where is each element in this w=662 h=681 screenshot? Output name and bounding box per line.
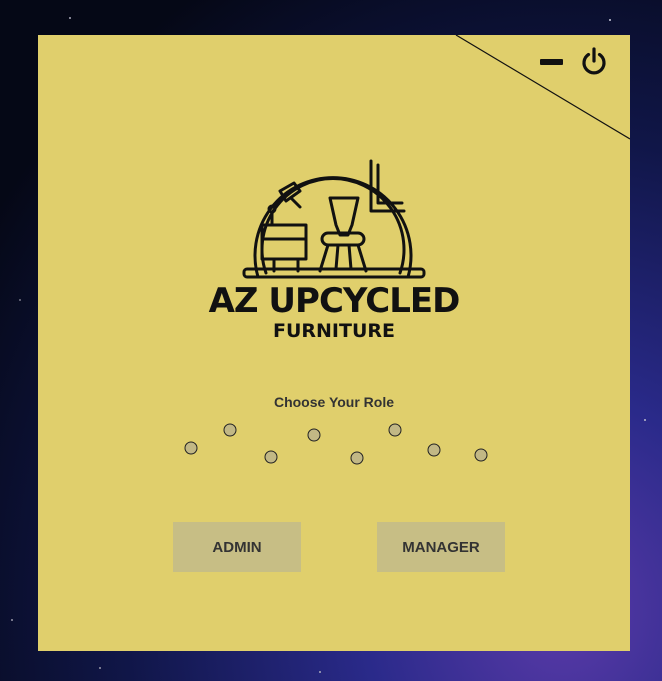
brand-subtitle: FURNITURE — [272, 320, 395, 342]
power-button[interactable] — [579, 46, 609, 76]
minimize-button[interactable] — [540, 57, 564, 67]
admin-button[interactable]: ADMIN — [173, 522, 301, 572]
corner-diagonal-line — [455, 35, 630, 140]
power-icon — [582, 47, 606, 75]
brand-name: AZ UPCYCLED — [208, 281, 461, 321]
login-panel: AZ UPCYCLED FURNITURE Choose Your Role A… — [38, 35, 630, 651]
minimize-icon — [540, 59, 563, 65]
manager-button[interactable]: MANAGER — [377, 522, 505, 572]
choose-role-label: Choose Your Role — [273, 394, 395, 410]
